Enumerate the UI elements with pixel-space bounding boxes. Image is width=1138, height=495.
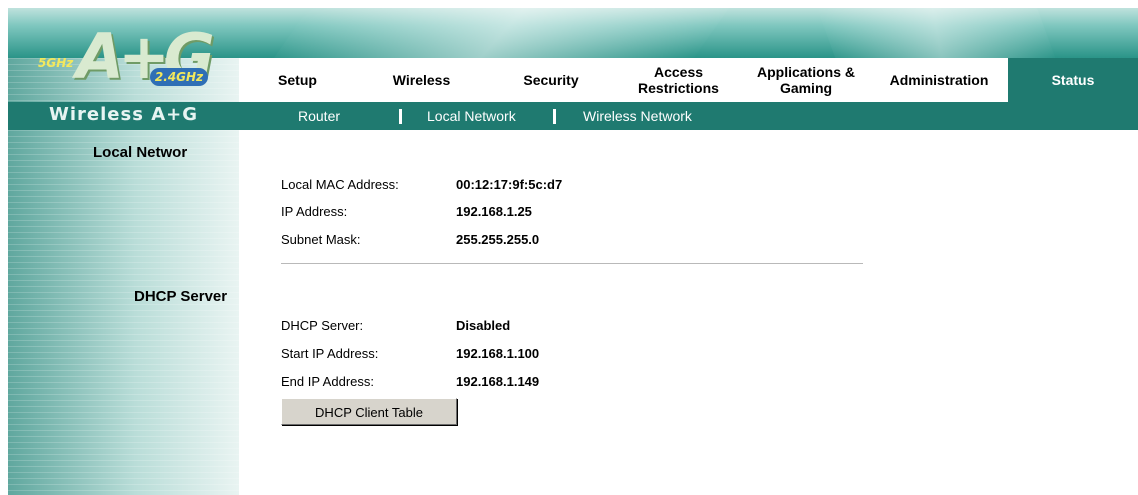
banner-highlight xyxy=(259,8,737,58)
subtab-separator xyxy=(553,109,556,124)
section-heading-dhcp-server: DHCP Server xyxy=(134,288,228,305)
tab-access-restrictions[interactable]: Access Restrictions xyxy=(615,58,743,102)
sub-nav: Router Local Network Wireless Network xyxy=(239,102,1138,130)
subtab-router[interactable]: Router xyxy=(298,102,340,130)
end-ip-label: End IP Address: xyxy=(281,374,374,389)
dhcp-client-table-button[interactable]: DHCP Client Table xyxy=(281,398,457,425)
band-24ghz-label: 2.4GHz xyxy=(150,68,208,86)
end-ip-value: 192.168.1.149 xyxy=(456,374,540,389)
mac-address-label: Local MAC Address: xyxy=(281,177,399,192)
tab-security[interactable]: Security xyxy=(487,58,616,102)
tab-setup[interactable]: Setup xyxy=(239,58,357,102)
tab-wireless[interactable]: Wireless xyxy=(356,58,488,102)
subnet-mask-label: Subnet Mask: xyxy=(281,232,361,247)
ip-address-value: 192.168.1.25 xyxy=(456,204,532,219)
tab-administration[interactable]: Administration xyxy=(870,58,1009,102)
banner-highlight xyxy=(813,8,1063,58)
ip-address-label: IP Address: xyxy=(281,204,348,219)
band-5ghz-label: 5GHz xyxy=(38,56,74,70)
start-ip-value: 192.168.1.100 xyxy=(456,346,540,361)
main-nav: Setup Wireless Security Access Restricti… xyxy=(239,58,1138,102)
router-status-page: A+G 5GHz 2.4GHz Wireless A+G Setup Wirel… xyxy=(0,0,1138,495)
mac-address-value: 00:12:17:9f:5c:d7 xyxy=(456,177,563,192)
product-logo: A+G 5GHz 2.4GHz xyxy=(28,14,218,102)
section-heading-local-network: Local Networ xyxy=(93,144,188,161)
tab-status[interactable]: Status xyxy=(1008,58,1138,102)
subtab-separator xyxy=(399,109,402,124)
subnet-mask-value: 255.255.255.0 xyxy=(456,232,540,247)
dhcp-server-label: DHCP Server: xyxy=(281,318,364,333)
subtab-wireless-network[interactable]: Wireless Network xyxy=(583,102,692,130)
subtab-local-network[interactable]: Local Network xyxy=(427,102,516,130)
product-name: Wireless A+G xyxy=(49,104,198,125)
tab-applications-gaming[interactable]: Applications & Gaming xyxy=(742,58,871,102)
start-ip-label: Start IP Address: xyxy=(281,346,379,361)
dhcp-server-value: Disabled xyxy=(456,318,511,333)
section-divider xyxy=(281,263,863,264)
